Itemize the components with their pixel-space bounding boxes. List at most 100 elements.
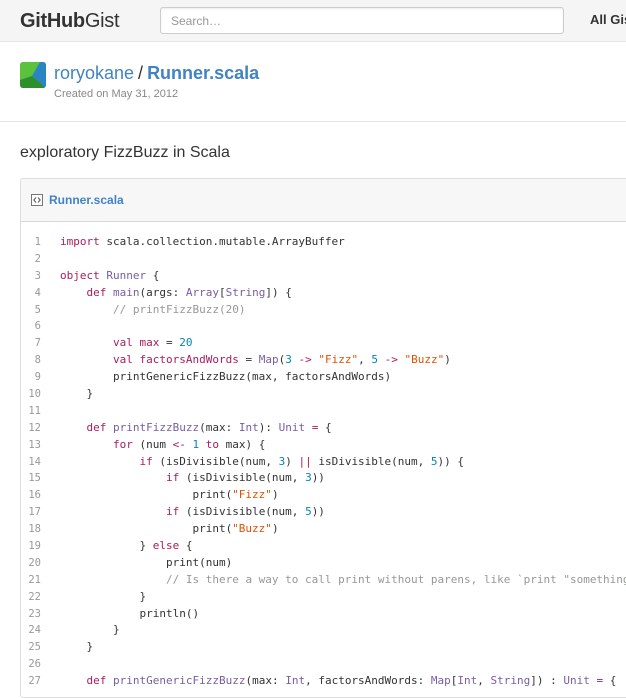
line-content: import scala.collection.mutable.ArrayBuf… bbox=[60, 234, 345, 251]
line-number[interactable]: 8 bbox=[21, 352, 41, 369]
line-number[interactable]: 22 bbox=[21, 589, 41, 606]
code-token: scala.collection.mutable.ArrayBuffer bbox=[99, 235, 345, 248]
code-token: (isDivisible(num, bbox=[179, 471, 306, 485]
file-box: Runner.scala 1 import scala.collection.mu… bbox=[20, 178, 626, 698]
code-token: object bbox=[60, 268, 100, 282]
code-token: )) bbox=[311, 471, 325, 485]
github-gist-logo[interactable]: GitHubGist bbox=[20, 10, 120, 32]
code-token: val bbox=[112, 353, 133, 367]
line-content: } bbox=[60, 589, 146, 606]
code-token: 20 bbox=[179, 336, 193, 350]
code-token: ]) : bbox=[530, 674, 564, 688]
gist-filename-link[interactable]: Runner.scala bbox=[147, 63, 259, 83]
code-line: 14 if (isDivisible(num, 3) || isDivisibl… bbox=[21, 454, 626, 471]
line-number[interactable]: 17 bbox=[21, 504, 41, 521]
code-token: { bbox=[179, 539, 193, 553]
line-number[interactable]: 25 bbox=[21, 639, 41, 656]
line-number[interactable]: 13 bbox=[21, 437, 41, 454]
code-token: printGenericFizzBuzz(max, factorsAndWord… bbox=[60, 370, 392, 384]
line-number[interactable]: 21 bbox=[21, 572, 41, 589]
line-number[interactable]: 11 bbox=[21, 403, 41, 420]
code-token: // Is there a way to call print without … bbox=[165, 572, 626, 586]
code-token: print( bbox=[60, 488, 233, 502]
code-token: 5 bbox=[305, 505, 312, 519]
code-token: for bbox=[112, 437, 133, 451]
line-number[interactable]: 5 bbox=[21, 302, 41, 319]
line-number[interactable]: 26 bbox=[21, 656, 41, 673]
code-token: Runner bbox=[106, 268, 147, 282]
code-token: max bbox=[139, 336, 160, 350]
code-token: if bbox=[139, 454, 153, 468]
title-separator: / bbox=[138, 63, 144, 83]
line-number[interactable]: 6 bbox=[21, 318, 41, 335]
owner-link[interactable]: roryokane bbox=[54, 63, 134, 83]
code-line: 19 } else { bbox=[21, 538, 626, 555]
line-number[interactable]: 23 bbox=[21, 606, 41, 623]
line-number[interactable]: 24 bbox=[21, 622, 41, 639]
code-token: ) bbox=[444, 353, 451, 367]
file-name-link[interactable]: Runner.scala bbox=[49, 193, 124, 207]
line-number[interactable]: 2 bbox=[21, 251, 41, 268]
code-token: ): bbox=[258, 420, 279, 434]
line-number[interactable]: 19 bbox=[21, 538, 41, 555]
code-token: = bbox=[159, 336, 180, 350]
site-header: GitHubGist All Gists bbox=[0, 0, 626, 42]
code-line: 8 val factorsAndWords = Map(3 -> "Fizz",… bbox=[21, 352, 626, 369]
search-input[interactable] bbox=[160, 7, 564, 34]
code-token: 5 bbox=[371, 353, 378, 367]
code-token: 3 bbox=[285, 353, 292, 367]
code-token: def bbox=[86, 420, 107, 434]
code-line: 5 // printFizzBuzz(20) bbox=[21, 302, 626, 319]
code-token: (max: bbox=[245, 674, 286, 688]
line-content: val factorsAndWords = Map(3 -> "Fizz", 5… bbox=[60, 352, 451, 369]
code-line: 24 } bbox=[21, 622, 626, 639]
line-number[interactable]: 3 bbox=[21, 268, 41, 285]
code-token: 5 bbox=[430, 454, 438, 468]
file-header: Runner.scala bbox=[21, 179, 626, 222]
all-gists-link[interactable]: All Gists bbox=[590, 12, 626, 27]
code-line: 26 bbox=[21, 656, 626, 673]
line-content: for (num <- 1 to max) { bbox=[60, 437, 265, 454]
code-listing: 1 import scala.collection.mutable.ArrayBu… bbox=[21, 222, 626, 690]
line-number[interactable]: 1 bbox=[21, 234, 41, 251]
avatar[interactable] bbox=[20, 62, 46, 88]
line-content: if (isDivisible(num, 5)) bbox=[60, 504, 325, 521]
code-token: = bbox=[238, 353, 259, 367]
line-number[interactable]: 18 bbox=[21, 521, 41, 538]
code-line: 17 if (isDivisible(num, 5)) bbox=[21, 504, 626, 521]
code-line: 16 print("Fizz") bbox=[21, 487, 626, 504]
line-number[interactable]: 9 bbox=[21, 369, 41, 386]
line-number[interactable]: 14 bbox=[21, 454, 41, 471]
code-token: )) bbox=[311, 505, 325, 519]
code-token: [ bbox=[218, 285, 226, 299]
line-number[interactable]: 4 bbox=[21, 285, 41, 302]
code-line: 20 print(num) bbox=[21, 555, 626, 572]
line-content: println() bbox=[60, 606, 199, 623]
code-line: 18 print("Buzz") bbox=[21, 521, 626, 538]
code-token: )) { bbox=[437, 454, 465, 468]
line-number[interactable]: 20 bbox=[21, 555, 41, 572]
code-token: Int bbox=[238, 420, 259, 434]
line-number[interactable]: 7 bbox=[21, 335, 41, 352]
code-token: Unit bbox=[563, 674, 590, 688]
line-content: } bbox=[60, 622, 120, 639]
code-line: 3 object Runner { bbox=[21, 268, 626, 285]
line-number[interactable]: 16 bbox=[21, 487, 41, 504]
code-line: 21 // Is there a way to call print witho… bbox=[21, 572, 626, 589]
line-number[interactable]: 15 bbox=[21, 470, 41, 487]
code-token: val bbox=[112, 336, 133, 350]
code-token: Int bbox=[457, 674, 478, 688]
line-content: printGenericFizzBuzz(max, factorsAndWord… bbox=[60, 369, 391, 386]
line-content: val max = 20 bbox=[60, 335, 193, 352]
line-number[interactable]: 10 bbox=[21, 386, 41, 403]
code-line: 6 bbox=[21, 318, 626, 335]
code-line: 25 } bbox=[21, 639, 626, 656]
line-number[interactable]: 12 bbox=[21, 420, 41, 437]
